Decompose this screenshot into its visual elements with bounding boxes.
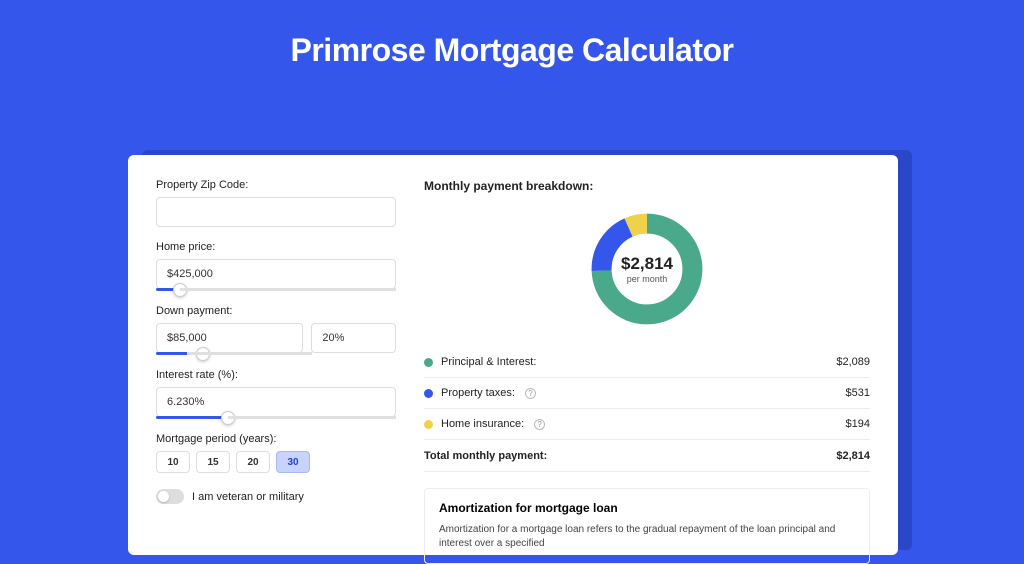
inputs-column: Property Zip Code: Home price: Down paym… <box>156 179 396 531</box>
period-label: Mortgage period (years): <box>156 433 396 445</box>
legend-insurance-label: Home insurance: <box>441 418 524 430</box>
calculator-card: Property Zip Code: Home price: Down paym… <box>128 155 898 555</box>
help-icon[interactable]: ? <box>525 388 536 399</box>
price-field: Home price: <box>156 241 396 291</box>
donut-sub: per month <box>627 274 668 284</box>
legend-total: Total monthly payment: $2,814 <box>424 440 870 472</box>
amortization-box: Amortization for mortgage loan Amortizat… <box>424 488 870 564</box>
rate-slider-thumb[interactable] <box>221 411 235 425</box>
legend-total-label: Total monthly payment: <box>424 450 547 462</box>
dot-principal <box>424 358 433 367</box>
period-options: 10 15 20 30 <box>156 451 396 473</box>
legend-taxes: Property taxes: ? $531 <box>424 378 870 409</box>
help-icon[interactable]: ? <box>534 419 545 430</box>
veteran-toggle[interactable] <box>156 489 184 504</box>
breakdown-column: Monthly payment breakdown: $2,814 per mo… <box>424 179 870 531</box>
price-slider-thumb[interactable] <box>173 283 187 297</box>
veteran-label: I am veteran or military <box>192 491 304 503</box>
down-payment-field: Down payment: <box>156 305 396 355</box>
legend-principal: Principal & Interest: $2,089 <box>424 347 870 378</box>
legend-principal-label: Principal & Interest: <box>441 356 536 368</box>
rate-slider[interactable] <box>156 416 396 419</box>
legend-insurance: Home insurance: ? $194 <box>424 409 870 440</box>
legend-taxes-value: $531 <box>846 387 870 399</box>
rate-input[interactable] <box>156 387 396 417</box>
rate-label: Interest rate (%): <box>156 369 396 381</box>
veteran-row: I am veteran or military <box>156 489 396 504</box>
breakdown-title: Monthly payment breakdown: <box>424 179 870 193</box>
donut-chart-wrap: $2,814 per month <box>424 203 870 347</box>
down-payment-amount-input[interactable] <box>156 323 303 353</box>
legend-total-value: $2,814 <box>836 450 870 462</box>
price-input[interactable] <box>156 259 396 289</box>
period-option-20[interactable]: 20 <box>236 451 270 473</box>
zip-input[interactable] <box>156 197 396 227</box>
page-title: Primrose Mortgage Calculator <box>0 0 1024 89</box>
period-option-30[interactable]: 30 <box>276 451 310 473</box>
period-option-10[interactable]: 10 <box>156 451 190 473</box>
down-payment-slider[interactable] <box>156 352 312 355</box>
donut-center: $2,814 per month <box>587 209 707 329</box>
period-option-15[interactable]: 15 <box>196 451 230 473</box>
price-slider[interactable] <box>156 288 396 291</box>
legend-insurance-value: $194 <box>846 418 870 430</box>
zip-label: Property Zip Code: <box>156 179 396 191</box>
price-label: Home price: <box>156 241 396 253</box>
donut-amount: $2,814 <box>621 254 673 274</box>
period-field: Mortgage period (years): 10 15 20 30 <box>156 433 396 473</box>
dot-taxes <box>424 389 433 398</box>
legend-taxes-label: Property taxes: <box>441 387 515 399</box>
dot-insurance <box>424 420 433 429</box>
zip-field: Property Zip Code: <box>156 179 396 227</box>
amortization-text: Amortization for a mortgage loan refers … <box>439 523 855 551</box>
rate-field: Interest rate (%): <box>156 369 396 419</box>
donut-chart: $2,814 per month <box>587 209 707 329</box>
amortization-title: Amortization for mortgage loan <box>439 501 855 515</box>
legend-principal-value: $2,089 <box>836 356 870 368</box>
down-payment-pct-input[interactable] <box>311 323 396 353</box>
down-payment-label: Down payment: <box>156 305 396 317</box>
down-payment-slider-thumb[interactable] <box>196 347 210 361</box>
